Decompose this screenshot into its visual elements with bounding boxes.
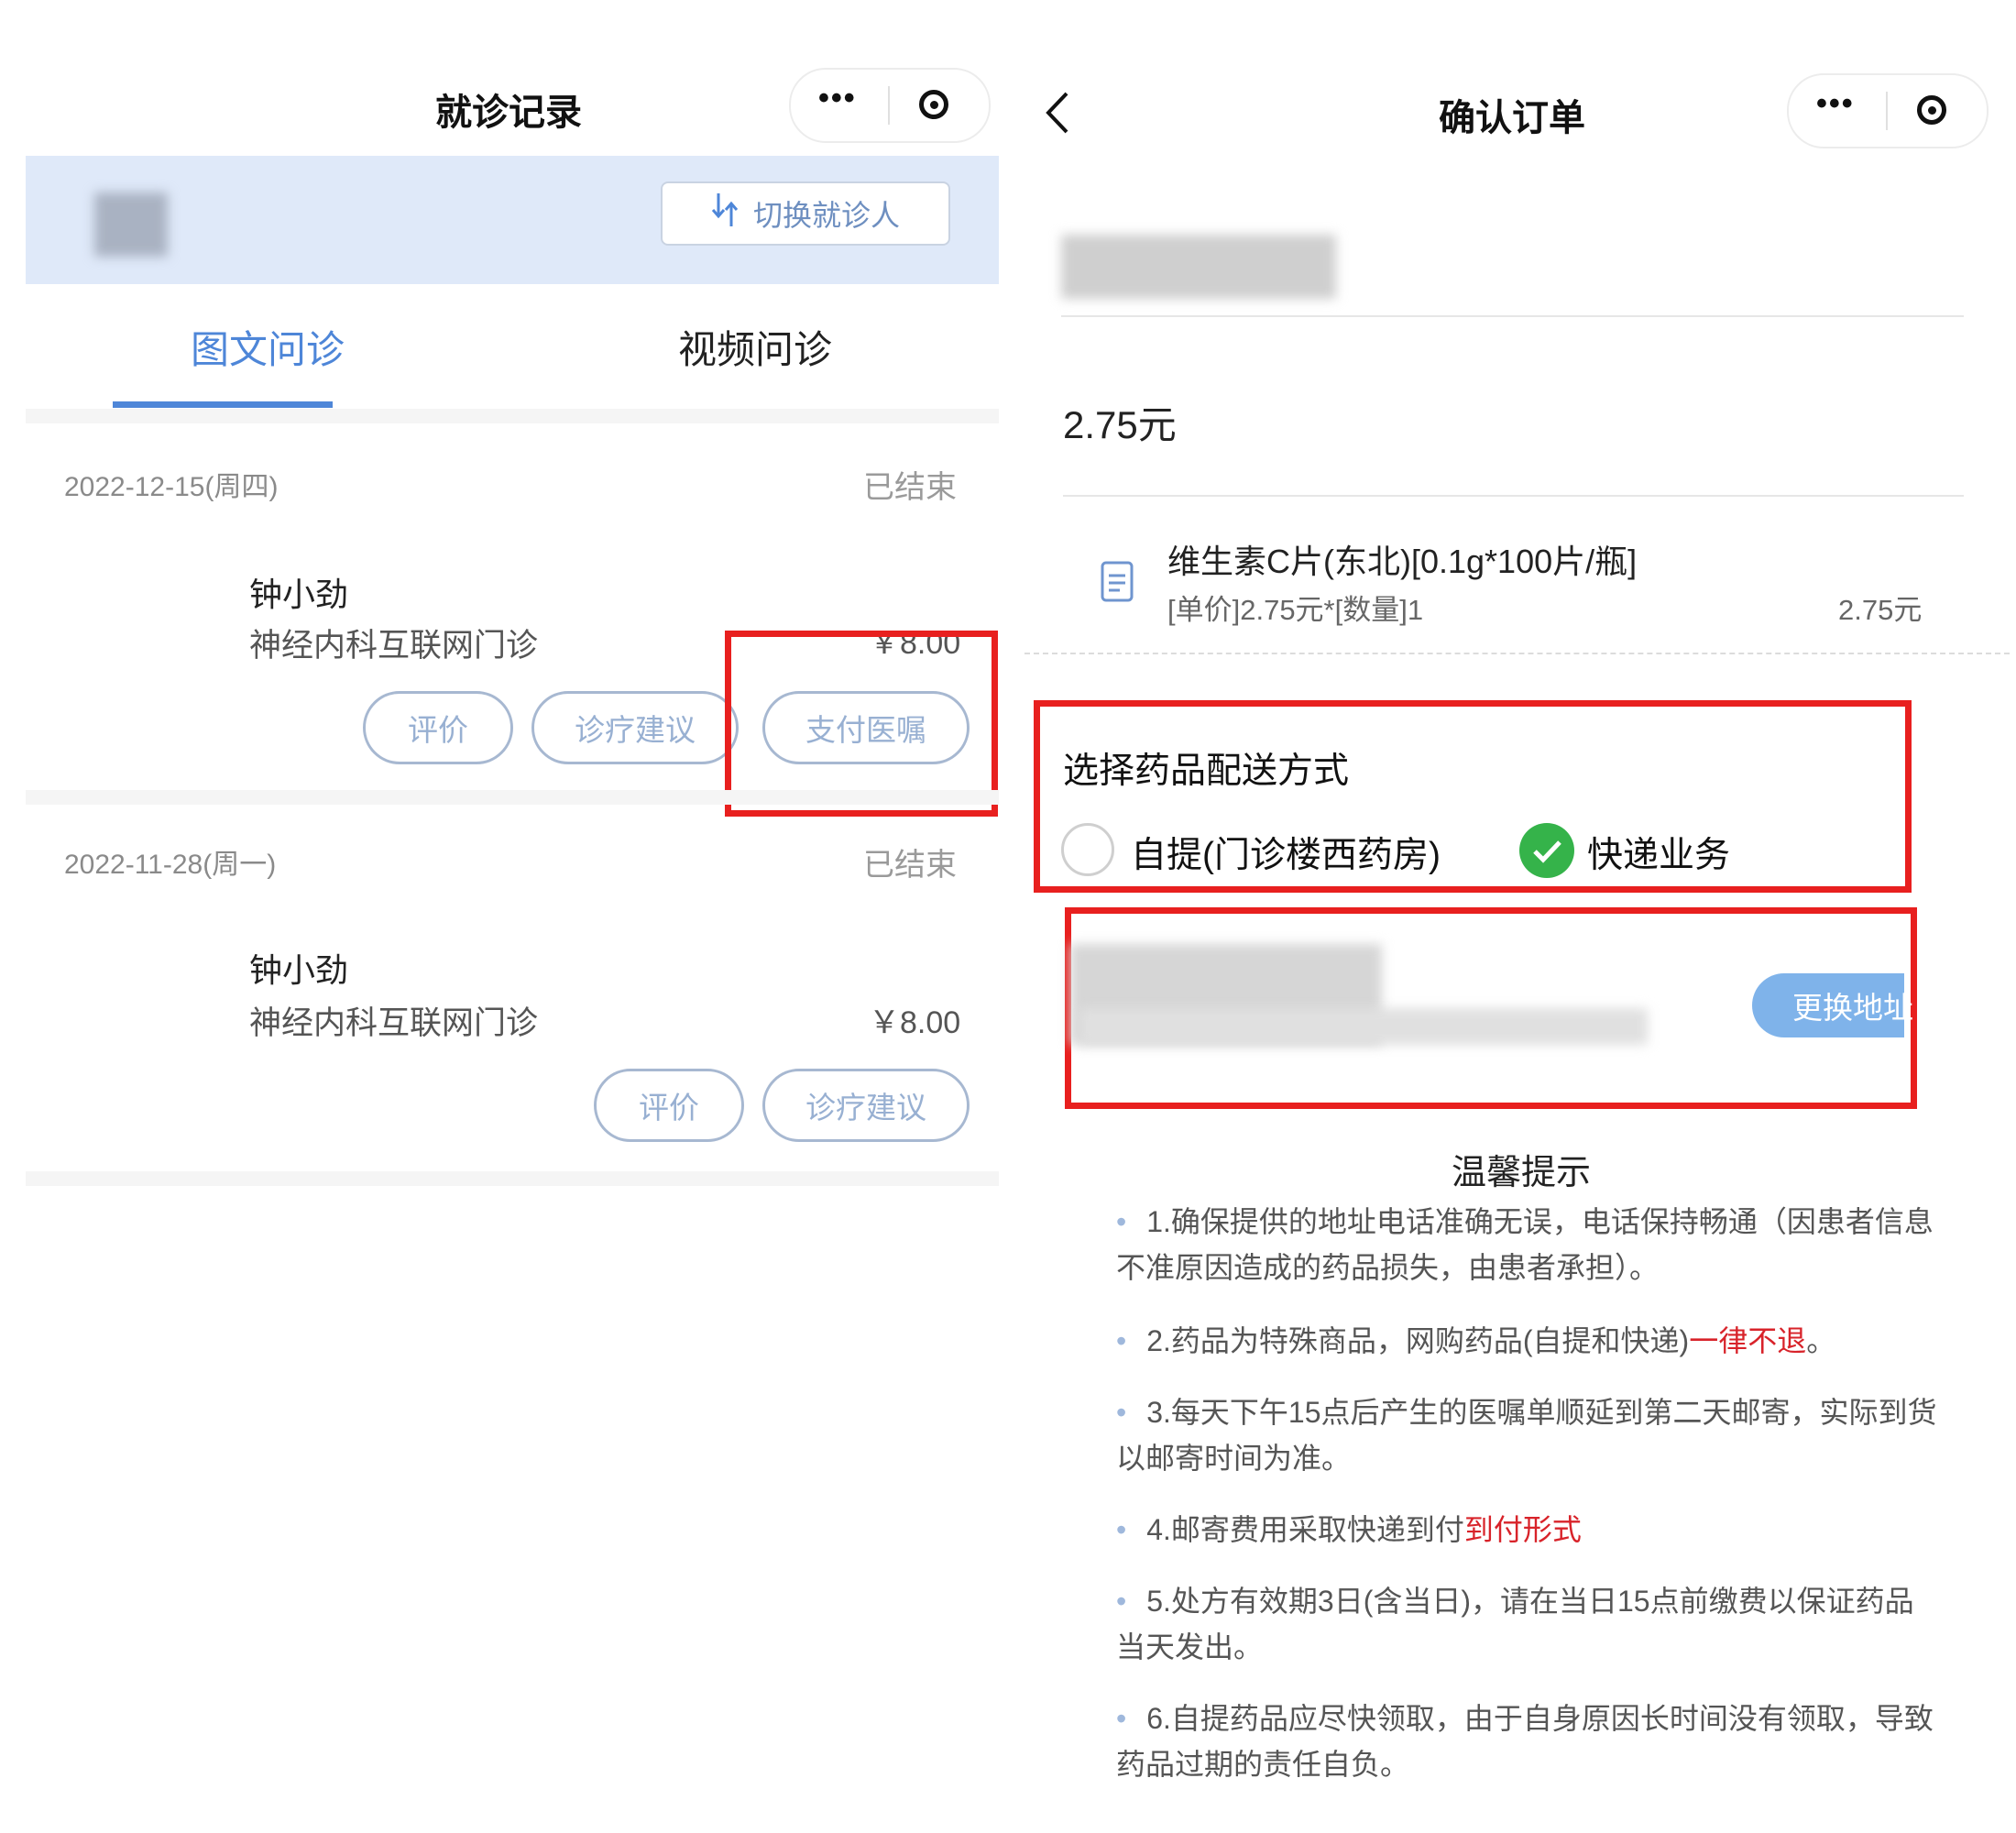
department: 神经内科互联网门诊 bbox=[249, 628, 539, 664]
express-option-label: 快递业务 bbox=[1587, 836, 1731, 875]
treatment-advice-button[interactable]: 诊疗建议 bbox=[531, 691, 739, 764]
divider-band bbox=[26, 1171, 999, 1186]
patient-header-band: 切换就诊人 bbox=[26, 156, 999, 284]
record-date: 2022-11-28(周一) bbox=[64, 850, 277, 880]
bullet-dot-icon: • bbox=[1116, 1585, 1127, 1618]
tab-active-indicator bbox=[113, 401, 333, 408]
doctor-name: 钟小劲 bbox=[249, 951, 349, 989]
patient-info-blurred bbox=[1061, 235, 1336, 299]
address-detail-blurred bbox=[1079, 1008, 1648, 1045]
bullet-dot-icon: • bbox=[1116, 1205, 1127, 1238]
more-dots-icon[interactable]: ••• bbox=[1816, 86, 1855, 122]
drug-subtotal: 2.75元 bbox=[1838, 594, 1923, 626]
radio-unchecked-icon[interactable] bbox=[1061, 823, 1114, 876]
tip-item: • 5.处方有效期3日(含当日)，请在当日15点前缴费以保证药品当天发出。 bbox=[1116, 1585, 1914, 1663]
tip-item: • 6.自提药品应尽快领取，由于自身原因长时间没有领取，导致药品过期的责任自负。 bbox=[1116, 1702, 1934, 1781]
tip-item: • 1.确保提供的地址电话准确无误，电话保持畅通（因患者信息不准原因造成的药品损失… bbox=[1116, 1205, 1934, 1284]
review-button[interactable]: 评价 bbox=[363, 691, 513, 764]
radio-checked-icon[interactable] bbox=[1519, 823, 1574, 878]
tips-title: 温馨提示 bbox=[1452, 1154, 1592, 1192]
record-card: 2022-11-28(周一) 已结束 钟小劲 神经内科互联网门诊 ￥8.00 评… bbox=[26, 805, 999, 1171]
prescription-icon bbox=[1100, 559, 1134, 608]
page-title: 确认订单 bbox=[1439, 98, 1585, 138]
tip-item: • 4.邮寄费用采取快递到付到付形式 bbox=[1116, 1513, 1582, 1546]
bullet-dot-icon: • bbox=[1116, 1513, 1127, 1546]
department: 神经内科互联网门诊 bbox=[249, 1005, 539, 1041]
annotation-highlight-box bbox=[725, 631, 998, 817]
divider-line bbox=[1061, 315, 1964, 317]
switch-patient-label: 切换就诊人 bbox=[752, 199, 900, 232]
tip-item: • 3.每天下午15点后产生的医嘱单顺延到第二天邮寄，实际到货以邮寄时间为准。 bbox=[1116, 1396, 1937, 1475]
switch-patient-button[interactable]: 切换就诊人 bbox=[661, 181, 950, 246]
pickup-option[interactable]: 自提(门诊楼西药房) bbox=[1061, 821, 1483, 880]
back-arrow-icon[interactable] bbox=[1043, 90, 1070, 140]
record-price: ￥8.00 bbox=[869, 1005, 961, 1040]
switch-arrows-icon bbox=[711, 192, 739, 236]
record-date: 2022-12-15(周四) bbox=[64, 472, 279, 502]
bullet-dot-icon: • bbox=[1116, 1396, 1127, 1429]
capsule-divider bbox=[1886, 92, 1888, 130]
page-title: 就诊记录 bbox=[435, 93, 582, 133]
record-status: 已结束 bbox=[863, 848, 957, 883]
tab-text-consult[interactable]: 图文问诊 bbox=[191, 319, 345, 375]
miniprogram-capsule: ••• bbox=[789, 68, 991, 143]
patient-avatar-blurred bbox=[94, 192, 168, 257]
doctor-name: 钟小劲 bbox=[249, 576, 349, 613]
review-button[interactable]: 评价 bbox=[594, 1069, 744, 1142]
bullet-dot-icon: • bbox=[1116, 1324, 1127, 1357]
divider-band bbox=[26, 409, 999, 423]
miniprogram-capsule: ••• bbox=[1787, 73, 1989, 148]
change-address-button[interactable]: 更换地址 bbox=[1752, 973, 1913, 1037]
divider-line bbox=[1063, 495, 1964, 497]
pickup-option-label: 自提(门诊楼西药房) bbox=[1131, 836, 1441, 875]
treatment-advice-button[interactable]: 诊疗建议 bbox=[762, 1069, 970, 1142]
tip-item: • 2.药品为特殊商品，网购药品(自提和快递)一律不退。 bbox=[1116, 1324, 1836, 1357]
delivery-section-title: 选择药品配送方式 bbox=[1063, 752, 1350, 791]
target-circle-icon[interactable] bbox=[919, 90, 948, 119]
bullet-dot-icon: • bbox=[1116, 1702, 1127, 1735]
divider-band bbox=[26, 790, 999, 805]
visit-records-screen: 就诊记录 ••• 切换就诊人 图文问诊 视频问诊 2022-12-15(周四) … bbox=[26, 37, 999, 1824]
dashed-divider bbox=[1024, 653, 2010, 654]
more-dots-icon[interactable]: ••• bbox=[818, 81, 857, 116]
tab-video-consult[interactable]: 视频问诊 bbox=[678, 319, 832, 375]
order-amount: 2.75元 bbox=[1063, 403, 1177, 446]
express-option[interactable]: 快递业务 bbox=[1519, 821, 1794, 880]
change-address-label: 更换地址 bbox=[1792, 991, 1913, 1025]
target-circle-icon[interactable] bbox=[1917, 95, 1946, 125]
confirm-order-screen: 确认订单 ••• 2.75元 维生素C片(东北)[0.1g*100片/瓶] [单… bbox=[1024, 37, 2010, 1824]
drug-name: 维生素C片(东北)[0.1g*100片/瓶] bbox=[1167, 543, 1638, 580]
record-status: 已结束 bbox=[863, 470, 957, 505]
drug-unit-quantity: [单价]2.75元*[数量]1 bbox=[1167, 594, 1424, 626]
capsule-divider bbox=[888, 86, 890, 125]
